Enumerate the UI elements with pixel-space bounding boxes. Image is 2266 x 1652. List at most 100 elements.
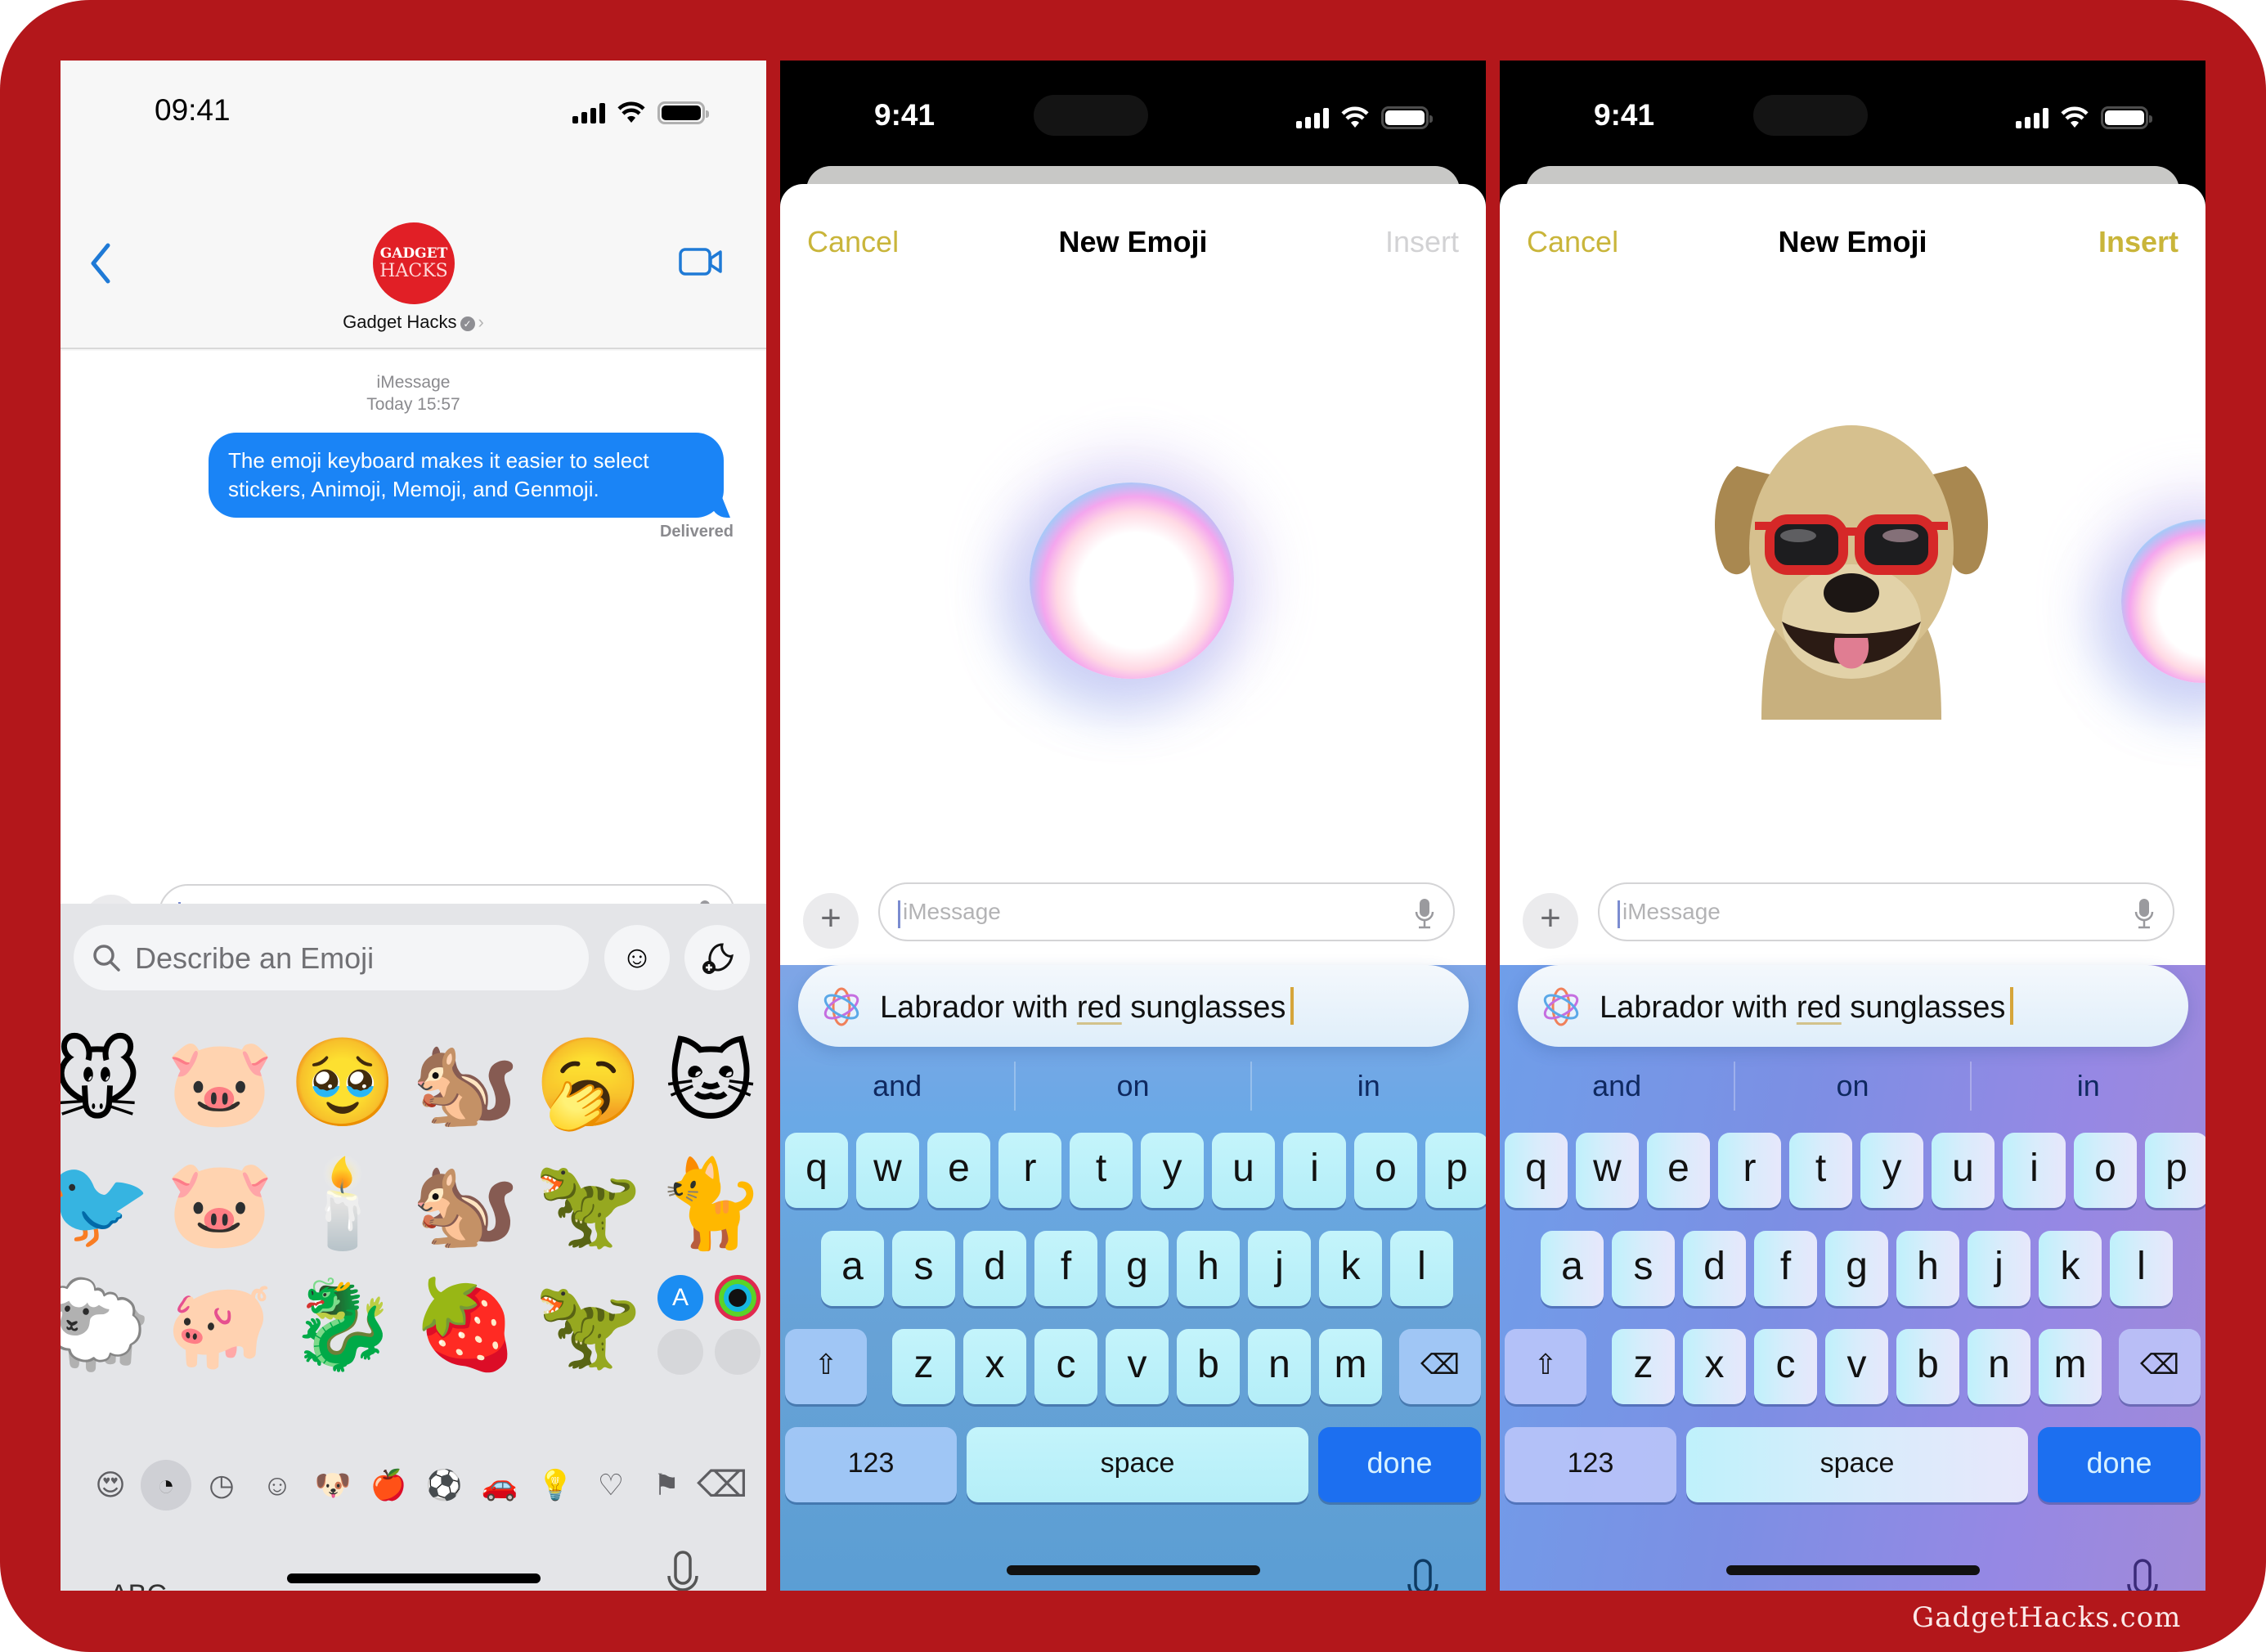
key-f[interactable]: f bbox=[1754, 1231, 1817, 1306]
genmoji-dino-surfing[interactable]: 🦖 bbox=[527, 1264, 649, 1385]
emoji-prompt-field[interactable]: Labrador with red sunglasses bbox=[1518, 965, 2188, 1047]
key-x[interactable]: x bbox=[963, 1329, 1026, 1404]
insert-button[interactable]: Insert bbox=[1385, 225, 1459, 259]
key-d[interactable]: d bbox=[963, 1231, 1026, 1306]
key-f[interactable]: f bbox=[1034, 1231, 1097, 1306]
numbers-key[interactable]: 123 bbox=[1505, 1427, 1676, 1502]
microphone-icon[interactable] bbox=[2134, 897, 2155, 930]
key-r[interactable]: r bbox=[1718, 1133, 1781, 1208]
dictation-microphone-icon[interactable] bbox=[2125, 1558, 2161, 1591]
key-p[interactable]: p bbox=[1425, 1133, 1486, 1208]
home-indicator[interactable] bbox=[286, 1573, 541, 1583]
contact-name[interactable]: Gadget Hacks ✓ › bbox=[61, 312, 766, 333]
delete-key-icon[interactable]: ⌫ bbox=[2119, 1329, 2201, 1404]
key-a[interactable]: a bbox=[821, 1231, 884, 1306]
genmoji-pig-sunglasses[interactable]: 🐷 bbox=[159, 1022, 281, 1143]
key-j[interactable]: j bbox=[1968, 1231, 2030, 1306]
genmoji-face-headphones[interactable]: 🥹 bbox=[281, 1022, 404, 1143]
fitness-rings-icon[interactable] bbox=[715, 1275, 761, 1321]
key-e[interactable]: e bbox=[927, 1133, 990, 1208]
suggestion-item[interactable]: and bbox=[780, 1062, 1016, 1111]
video-camera-icon[interactable] bbox=[678, 245, 724, 278]
key-z[interactable]: z bbox=[892, 1329, 955, 1404]
key-o[interactable]: o bbox=[1354, 1133, 1417, 1208]
key-b[interactable]: b bbox=[1177, 1329, 1240, 1404]
genmoji-crying-strawberry[interactable]: 🍓 bbox=[404, 1264, 527, 1385]
dictation-microphone-icon[interactable] bbox=[1405, 1558, 1441, 1591]
key-g[interactable]: g bbox=[1825, 1231, 1888, 1306]
message-input[interactable]: iMessage bbox=[1598, 882, 2174, 941]
key-w[interactable]: w bbox=[1576, 1133, 1639, 1208]
genmoji-flying-pig[interactable]: 🐖 bbox=[159, 1264, 281, 1385]
key-d[interactable]: d bbox=[1683, 1231, 1746, 1306]
key-y[interactable]: y bbox=[1860, 1133, 1923, 1208]
key-v[interactable]: v bbox=[1825, 1329, 1888, 1404]
key-s[interactable]: s bbox=[892, 1231, 955, 1306]
key-e[interactable]: e bbox=[1647, 1133, 1710, 1208]
key-t[interactable]: t bbox=[1070, 1133, 1133, 1208]
generated-genmoji-labrador[interactable] bbox=[1704, 417, 1999, 720]
numbers-key[interactable]: 123 bbox=[785, 1427, 957, 1502]
key-n[interactable]: n bbox=[1248, 1329, 1311, 1404]
key-u[interactable]: u bbox=[1932, 1133, 1995, 1208]
key-v[interactable]: v bbox=[1106, 1329, 1169, 1404]
key-g[interactable]: g bbox=[1106, 1231, 1169, 1306]
app-store-icon[interactable]: A bbox=[657, 1275, 703, 1321]
key-j[interactable]: j bbox=[1248, 1231, 1311, 1306]
suggestion-item[interactable]: on bbox=[1735, 1062, 1972, 1111]
flags-category-icon[interactable]: ⚑ bbox=[641, 1460, 692, 1511]
genmoji-dino-tutu[interactable]: 🦖 bbox=[527, 1143, 649, 1264]
key-h[interactable]: h bbox=[1896, 1231, 1959, 1306]
key-p[interactable]: p bbox=[2145, 1133, 2205, 1208]
emoji-prompt-field[interactable]: Labrador with red sunglasses bbox=[798, 965, 1469, 1047]
key-m[interactable]: m bbox=[1319, 1329, 1382, 1404]
activity-category-icon[interactable]: ⚽ bbox=[419, 1460, 469, 1511]
key-x[interactable]: x bbox=[1683, 1329, 1746, 1404]
genmoji-mouse-reading[interactable]: 🐭 bbox=[61, 1022, 159, 1143]
key-q[interactable]: q bbox=[785, 1133, 848, 1208]
key-c[interactable]: c bbox=[1034, 1329, 1097, 1404]
key-s[interactable]: s bbox=[1612, 1231, 1675, 1306]
microphone-icon[interactable] bbox=[1414, 897, 1435, 930]
sent-message-bubble[interactable]: The emoji keyboard makes it easier to se… bbox=[209, 433, 724, 518]
key-m[interactable]: m bbox=[2039, 1329, 2102, 1404]
animals-category-icon[interactable]: 🐶 bbox=[307, 1460, 358, 1511]
key-z[interactable]: z bbox=[1612, 1329, 1675, 1404]
insert-button[interactable]: Insert bbox=[2098, 225, 2179, 259]
shift-key-icon[interactable]: ⇧ bbox=[1505, 1329, 1586, 1404]
done-key[interactable]: done bbox=[2038, 1427, 2201, 1502]
key-o[interactable]: o bbox=[2074, 1133, 2137, 1208]
key-q[interactable]: q bbox=[1505, 1133, 1568, 1208]
key-a[interactable]: a bbox=[1541, 1231, 1604, 1306]
key-r[interactable]: r bbox=[998, 1133, 1061, 1208]
genmoji-cat-pumpkin[interactable]: 🐱 bbox=[649, 1022, 766, 1143]
home-indicator[interactable] bbox=[1006, 1565, 1260, 1575]
space-key[interactable]: space bbox=[1686, 1427, 2028, 1502]
genmoji-sheep-party[interactable]: 🐑 bbox=[61, 1264, 159, 1385]
suggestion-item[interactable]: on bbox=[1016, 1062, 1252, 1111]
key-w[interactable]: w bbox=[856, 1133, 919, 1208]
dictation-microphone-icon[interactable] bbox=[665, 1550, 701, 1591]
key-h[interactable]: h bbox=[1177, 1231, 1240, 1306]
symbols-category-icon[interactable]: ♡ bbox=[586, 1460, 636, 1511]
memoji-category-icon[interactable]: 😍 bbox=[85, 1460, 136, 1511]
key-i[interactable]: i bbox=[1283, 1133, 1346, 1208]
genmoji-squirrel-turntable[interactable]: 🐿️ bbox=[404, 1143, 527, 1264]
genmoji-rainbow-seahorse[interactable]: 🐉 bbox=[281, 1264, 404, 1385]
travel-category-icon[interactable]: 🚗 bbox=[474, 1460, 525, 1511]
key-i[interactable]: i bbox=[2003, 1133, 2066, 1208]
delete-backspace-icon[interactable]: ⌫ bbox=[697, 1460, 747, 1511]
abc-keyboard-button[interactable]: ABC bbox=[110, 1579, 167, 1591]
done-key[interactable]: done bbox=[1318, 1427, 1481, 1502]
key-k[interactable]: k bbox=[1319, 1231, 1382, 1306]
home-indicator[interactable] bbox=[1725, 1565, 1980, 1575]
key-c[interactable]: c bbox=[1754, 1329, 1817, 1404]
key-t[interactable]: t bbox=[1789, 1133, 1852, 1208]
smileys-category-icon[interactable]: ☺ bbox=[252, 1460, 303, 1511]
chevron-left-icon[interactable] bbox=[85, 239, 118, 288]
genmoji-pig-beanie[interactable]: 🐷 bbox=[159, 1143, 281, 1264]
key-b[interactable]: b bbox=[1896, 1329, 1959, 1404]
genmoji-squirrel-dj[interactable]: 🐿️ bbox=[404, 1022, 527, 1143]
key-n[interactable]: n bbox=[1968, 1329, 2030, 1404]
contact-avatar[interactable]: GADGET HACKS bbox=[373, 222, 455, 304]
